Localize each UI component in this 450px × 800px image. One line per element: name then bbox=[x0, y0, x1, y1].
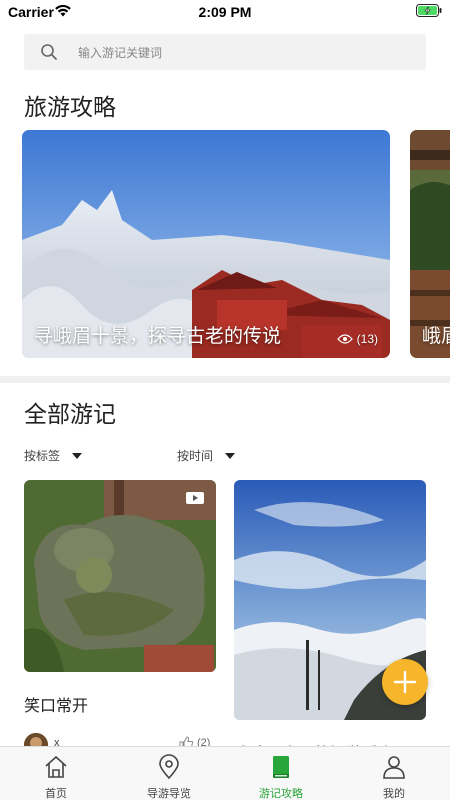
tab-notes-label: 游记攻略 bbox=[259, 788, 303, 800]
status-bar: Carrier 2:09 PM bbox=[0, 0, 450, 24]
tab-guide-label: 导游导览 bbox=[147, 788, 191, 800]
caret-down-icon bbox=[225, 452, 236, 459]
user-icon bbox=[383, 756, 405, 779]
search-placeholder: 输入游记关键词 bbox=[78, 46, 163, 60]
filter-by-tag[interactable]: 按标签 bbox=[24, 447, 83, 464]
plus-icon bbox=[393, 670, 417, 694]
guide-card[interactable]: 寻峨眉十景，探寻古老的传说 (13) bbox=[22, 130, 390, 358]
note-title: 笑口常开 bbox=[24, 698, 89, 715]
filter-by-time[interactable]: 按时间 bbox=[177, 447, 236, 464]
guide-card[interactable]: 峨眉 bbox=[410, 130, 450, 358]
add-note-button[interactable] bbox=[382, 659, 428, 705]
tab-notes[interactable]: 游记攻略 bbox=[225, 747, 337, 800]
section-divider bbox=[0, 376, 450, 383]
note-card[interactable] bbox=[24, 480, 216, 672]
tab-bar: 首页 导游导览 游记攻略 我的 bbox=[0, 746, 450, 800]
guide-card-caption: 寻峨眉十景，探寻古老的传说 bbox=[34, 326, 282, 347]
home-icon bbox=[45, 756, 67, 778]
filter-by-tag-label: 按标签 bbox=[24, 449, 61, 463]
view-count: (13) bbox=[336, 332, 378, 346]
search-icon bbox=[41, 44, 57, 60]
book-icon bbox=[273, 756, 289, 778]
guide-card-caption: 峨眉 bbox=[422, 326, 450, 347]
video-icon bbox=[186, 492, 204, 504]
battery-charging-icon bbox=[416, 4, 442, 17]
all-notes-title: 全部游记 bbox=[24, 401, 116, 427]
location-icon bbox=[159, 754, 179, 780]
clock: 2:09 PM bbox=[198, 4, 252, 20]
tab-me[interactable]: 我的 bbox=[338, 747, 450, 800]
travel-guides-title: 旅游攻略 bbox=[24, 94, 116, 120]
tab-me-label: 我的 bbox=[383, 788, 405, 800]
tab-home-label: 首页 bbox=[45, 788, 67, 800]
view-count-value: (13) bbox=[356, 332, 378, 346]
filter-by-time-label: 按时间 bbox=[177, 449, 214, 463]
tab-guide[interactable]: 导游导览 bbox=[113, 747, 225, 800]
tab-home[interactable]: 首页 bbox=[0, 747, 112, 800]
caret-down-icon bbox=[72, 452, 83, 459]
eye-icon bbox=[336, 334, 353, 344]
buddha-statue-image bbox=[24, 480, 216, 672]
search-input[interactable]: 输入游记关键词 bbox=[24, 34, 426, 70]
guide-carousel[interactable]: 寻峨眉十景，探寻古老的传说 (13) 峨眉 bbox=[0, 130, 450, 358]
